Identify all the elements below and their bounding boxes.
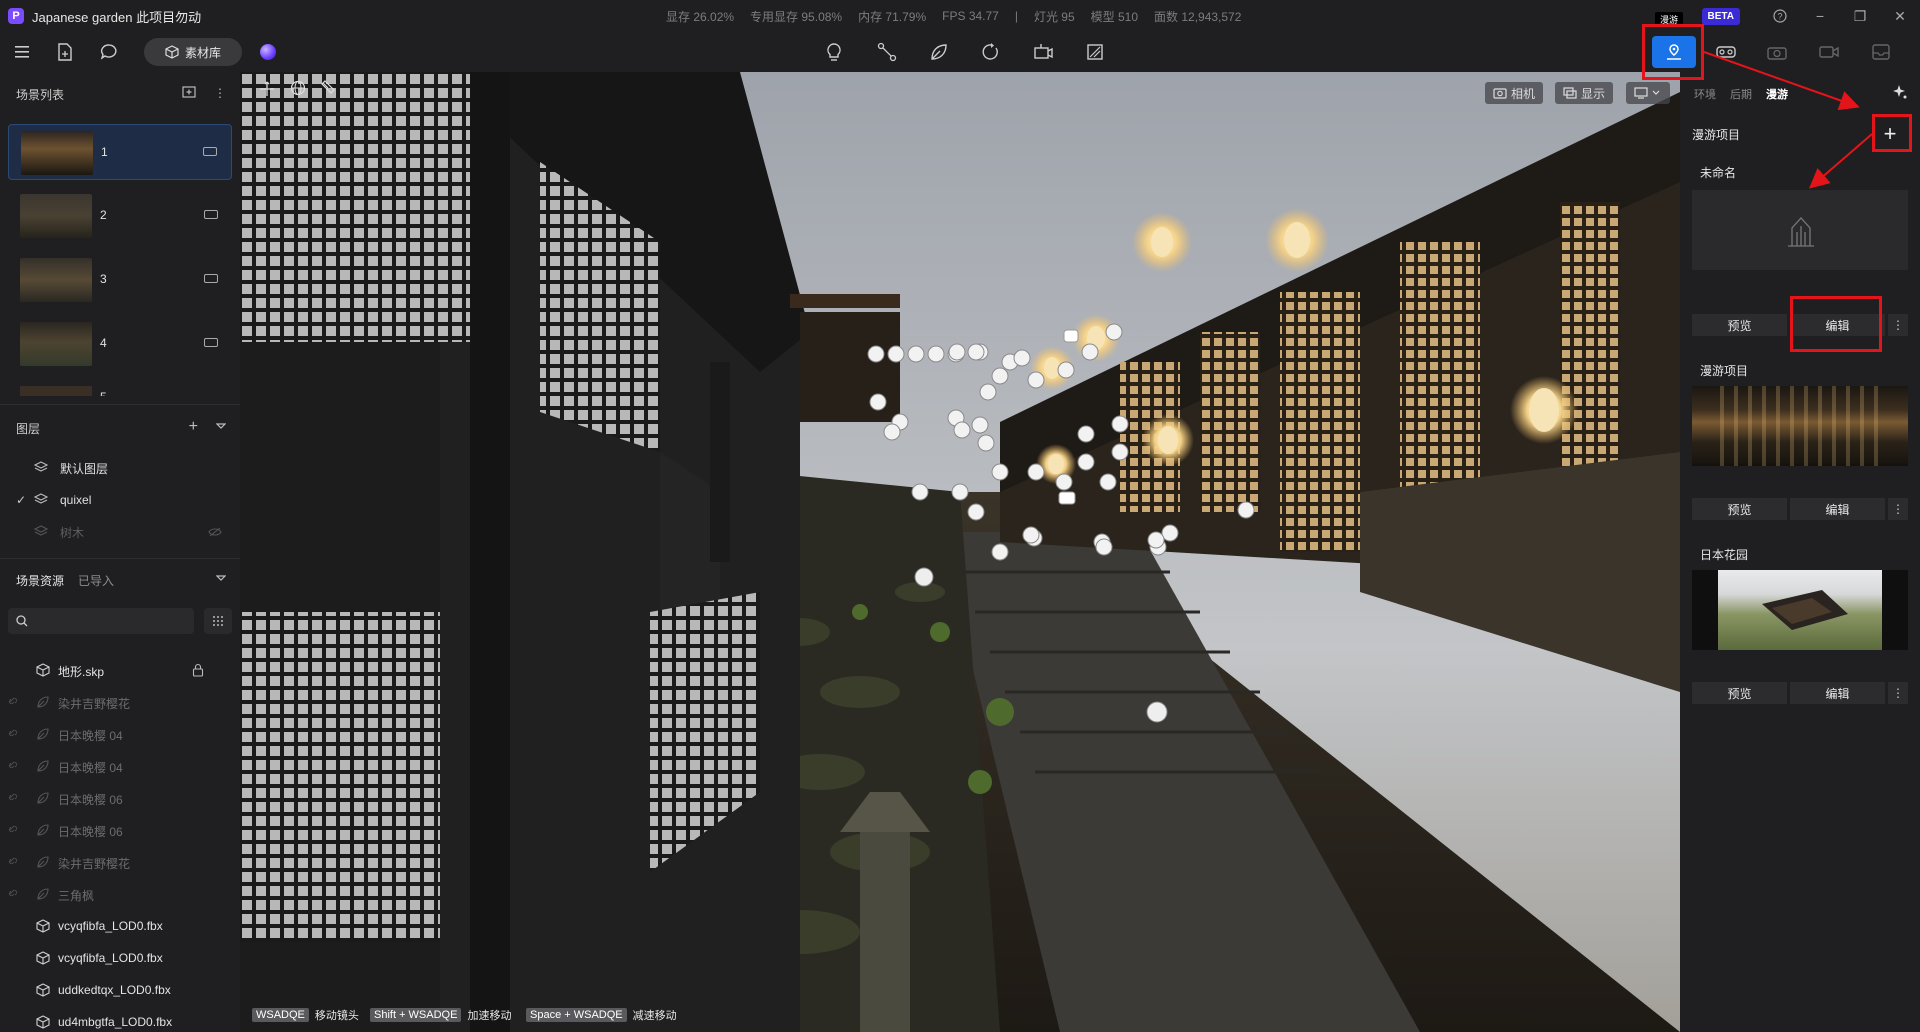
annotation-arrows (1703, 51, 1873, 189)
